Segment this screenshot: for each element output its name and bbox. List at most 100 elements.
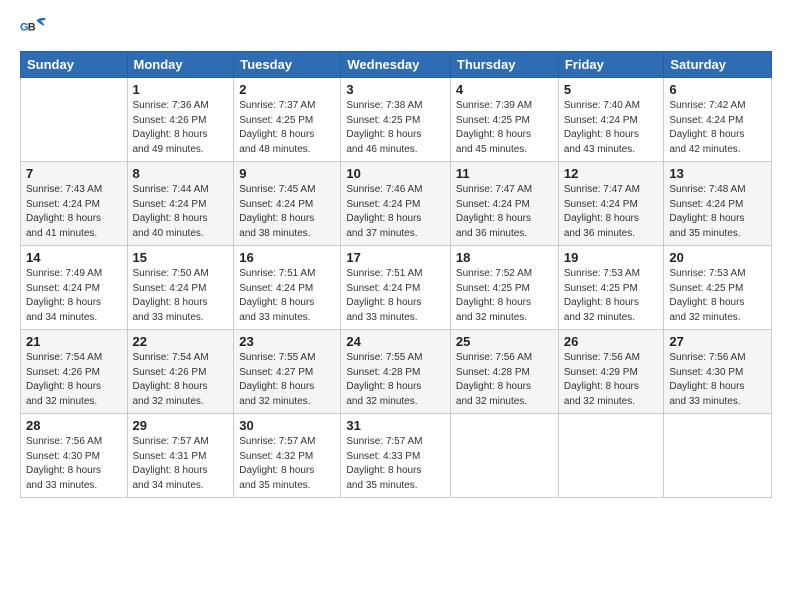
day-info: Sunrise: 7:52 AM Sunset: 4:25 PM Dayligh… xyxy=(456,267,553,325)
day-number: 29 xyxy=(133,418,229,433)
day-number: 19 xyxy=(564,250,659,265)
day-info: Sunrise: 7:57 AM Sunset: 4:33 PM Dayligh… xyxy=(346,435,445,493)
day-number: 4 xyxy=(456,82,553,97)
day-cell: 23 Sunrise: 7:55 AM Sunset: 4:27 PM Dayli… xyxy=(234,330,341,414)
day-number: 12 xyxy=(564,166,659,181)
day-number: 20 xyxy=(669,250,766,265)
day-cell: 24Sunrise: 7:55 AM Sunset: 4:28 PM Dayli… xyxy=(341,330,451,414)
day-info: Sunrise: 7:56 AM Sunset: 4:28 PM Dayligh… xyxy=(456,351,553,409)
day-info: Sunrise: 7:46 AM Sunset: 4:24 PM Dayligh… xyxy=(346,183,445,241)
day-number: 8 xyxy=(133,166,229,181)
header-cell-friday: Friday xyxy=(558,52,664,78)
day-cell: 8 Sunrise: 7:44 AM Sunset: 4:24 PM Daylig… xyxy=(127,162,234,246)
day-info: Sunrise: 7:56 AM Sunset: 4:30 PM Dayligh… xyxy=(26,435,122,493)
day-cell: 18 Sunrise: 7:52 AM Sunset: 4:25 PM Dayli… xyxy=(450,246,558,330)
day-cell: 15 Sunrise: 7:50 AM Sunset: 4:24 PM Dayli… xyxy=(127,246,234,330)
header-cell-thursday: Thursday xyxy=(450,52,558,78)
day-number: 30 xyxy=(239,418,335,433)
day-info: Sunrise: 7:53 AM Sunset: 4:25 PM Dayligh… xyxy=(564,267,659,325)
day-cell xyxy=(450,414,558,498)
day-cell: 17 Sunrise: 7:51 AM Sunset: 4:24 PM Dayli… xyxy=(341,246,451,330)
day-cell: 31Sunrise: 7:57 AM Sunset: 4:33 PM Dayli… xyxy=(341,414,451,498)
day-number: 5 xyxy=(564,82,659,97)
day-info: Sunrise: 7:51 AM Sunset: 4:24 PM Dayligh… xyxy=(239,267,335,325)
day-cell: 3 Sunrise: 7:38 AM Sunset: 4:25 PM Daylig… xyxy=(341,78,451,162)
day-info: Sunrise: 7:38 AM Sunset: 4:25 PM Dayligh… xyxy=(346,99,445,157)
day-info: Sunrise: 7:47 AM Sunset: 4:24 PM Dayligh… xyxy=(564,183,659,241)
day-cell xyxy=(558,414,664,498)
day-info: Sunrise: 7:49 AM Sunset: 4:24 PM Dayligh… xyxy=(26,267,122,325)
day-cell: 2 Sunrise: 7:37 AM Sunset: 4:25 PM Daylig… xyxy=(234,78,341,162)
day-number: 10 xyxy=(346,166,445,181)
day-cell: 16 Sunrise: 7:51 AM Sunset: 4:24 PM Dayli… xyxy=(234,246,341,330)
day-cell: 30 Sunrise: 7:57 AM Sunset: 4:32 PM Dayli… xyxy=(234,414,341,498)
day-cell: 27 Sunrise: 7:56 AM Sunset: 4:30 PM Dayli… xyxy=(664,330,772,414)
day-info: Sunrise: 7:39 AM Sunset: 4:25 PM Dayligh… xyxy=(456,99,553,157)
day-number: 1 xyxy=(133,82,229,97)
day-info: Sunrise: 7:44 AM Sunset: 4:24 PM Dayligh… xyxy=(133,183,229,241)
day-cell: 9Sunrise: 7:45 AM Sunset: 4:24 PM Daylig… xyxy=(234,162,341,246)
week-row-1: 7 Sunrise: 7:43 AM Sunset: 4:24 PM Daylig… xyxy=(21,162,772,246)
logo: G B xyxy=(20,15,52,43)
day-number: 27 xyxy=(669,334,766,349)
day-cell: 6Sunrise: 7:42 AM Sunset: 4:24 PM Daylig… xyxy=(664,78,772,162)
week-row-3: 21 Sunrise: 7:54 AM Sunset: 4:26 PM Dayli… xyxy=(21,330,772,414)
header-cell-tuesday: Tuesday xyxy=(234,52,341,78)
day-cell: 22Sunrise: 7:54 AM Sunset: 4:26 PM Dayli… xyxy=(127,330,234,414)
day-info: Sunrise: 7:51 AM Sunset: 4:24 PM Dayligh… xyxy=(346,267,445,325)
header-cell-monday: Monday xyxy=(127,52,234,78)
day-cell: 26 Sunrise: 7:56 AM Sunset: 4:29 PM Dayli… xyxy=(558,330,664,414)
day-info: Sunrise: 7:37 AM Sunset: 4:25 PM Dayligh… xyxy=(239,99,335,157)
day-number: 23 xyxy=(239,334,335,349)
day-number: 26 xyxy=(564,334,659,349)
day-number: 16 xyxy=(239,250,335,265)
day-info: Sunrise: 7:50 AM Sunset: 4:24 PM Dayligh… xyxy=(133,267,229,325)
day-cell xyxy=(664,414,772,498)
day-number: 22 xyxy=(133,334,229,349)
header-cell-sunday: Sunday xyxy=(21,52,128,78)
day-number: 11 xyxy=(456,166,553,181)
day-info: Sunrise: 7:40 AM Sunset: 4:24 PM Dayligh… xyxy=(564,99,659,157)
day-number: 21 xyxy=(26,334,122,349)
day-number: 6 xyxy=(669,82,766,97)
day-cell: 14 Sunrise: 7:49 AM Sunset: 4:24 PM Dayli… xyxy=(21,246,128,330)
day-info: Sunrise: 7:56 AM Sunset: 4:30 PM Dayligh… xyxy=(669,351,766,409)
day-cell: 19 Sunrise: 7:53 AM Sunset: 4:25 PM Dayli… xyxy=(558,246,664,330)
day-info: Sunrise: 7:43 AM Sunset: 4:24 PM Dayligh… xyxy=(26,183,122,241)
day-number: 24 xyxy=(346,334,445,349)
day-info: Sunrise: 7:57 AM Sunset: 4:32 PM Dayligh… xyxy=(239,435,335,493)
day-info: Sunrise: 7:36 AM Sunset: 4:26 PM Dayligh… xyxy=(133,99,229,157)
day-info: Sunrise: 7:55 AM Sunset: 4:27 PM Dayligh… xyxy=(239,351,335,409)
day-number: 25 xyxy=(456,334,553,349)
day-info: Sunrise: 7:54 AM Sunset: 4:26 PM Dayligh… xyxy=(26,351,122,409)
day-number: 2 xyxy=(239,82,335,97)
week-row-4: 28Sunrise: 7:56 AM Sunset: 4:30 PM Dayli… xyxy=(21,414,772,498)
day-number: 14 xyxy=(26,250,122,265)
day-number: 17 xyxy=(346,250,445,265)
day-number: 18 xyxy=(456,250,553,265)
day-info: Sunrise: 7:56 AM Sunset: 4:29 PM Dayligh… xyxy=(564,351,659,409)
day-cell: 4 Sunrise: 7:39 AM Sunset: 4:25 PM Daylig… xyxy=(450,78,558,162)
week-row-2: 14 Sunrise: 7:49 AM Sunset: 4:24 PM Dayli… xyxy=(21,246,772,330)
header-cell-wednesday: Wednesday xyxy=(341,52,451,78)
svg-text:B: B xyxy=(28,22,36,34)
day-info: Sunrise: 7:57 AM Sunset: 4:31 PM Dayligh… xyxy=(133,435,229,493)
day-number: 13 xyxy=(669,166,766,181)
day-cell: 5 Sunrise: 7:40 AM Sunset: 4:24 PM Daylig… xyxy=(558,78,664,162)
day-number: 9 xyxy=(239,166,335,181)
day-cell: 12 Sunrise: 7:47 AM Sunset: 4:24 PM Dayli… xyxy=(558,162,664,246)
day-cell: 7 Sunrise: 7:43 AM Sunset: 4:24 PM Daylig… xyxy=(21,162,128,246)
day-cell: 20 Sunrise: 7:53 AM Sunset: 4:25 PM Dayli… xyxy=(664,246,772,330)
calendar-table: SundayMondayTuesdayWednesdayThursdayFrid… xyxy=(20,51,772,498)
day-number: 7 xyxy=(26,166,122,181)
day-number: 3 xyxy=(346,82,445,97)
day-info: Sunrise: 7:53 AM Sunset: 4:25 PM Dayligh… xyxy=(669,267,766,325)
day-cell: 1 Sunrise: 7:36 AM Sunset: 4:26 PM Daylig… xyxy=(127,78,234,162)
day-cell: 28Sunrise: 7:56 AM Sunset: 4:30 PM Dayli… xyxy=(21,414,128,498)
page: G B SundayMondayTuesdayWednesdayThursday… xyxy=(0,0,792,612)
day-cell xyxy=(21,78,128,162)
logo-icon: G B xyxy=(20,15,48,43)
day-cell: 21 Sunrise: 7:54 AM Sunset: 4:26 PM Dayli… xyxy=(21,330,128,414)
day-number: 15 xyxy=(133,250,229,265)
day-cell: 29 Sunrise: 7:57 AM Sunset: 4:31 PM Dayli… xyxy=(127,414,234,498)
